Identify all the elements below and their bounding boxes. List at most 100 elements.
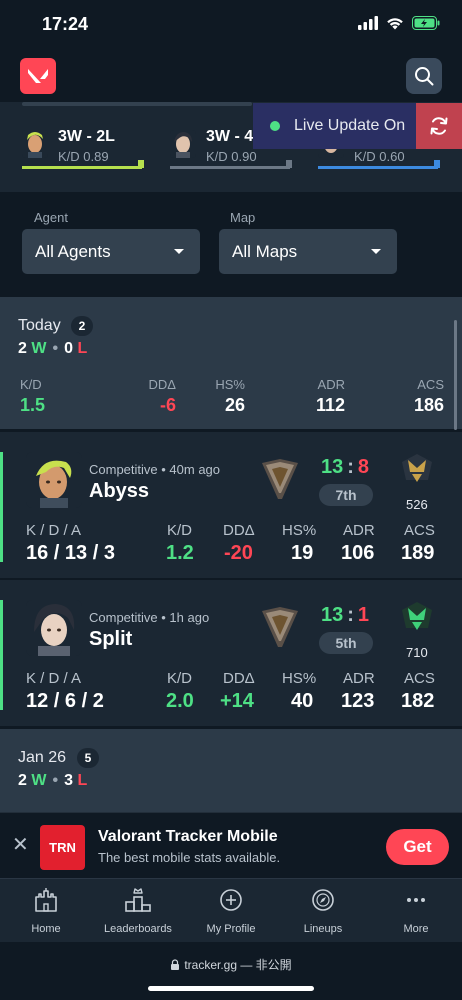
match-adr: 106 [341,542,375,564]
search-button[interactable] [406,58,442,94]
day-match-count: 5 [77,748,99,768]
plus-circle-icon [220,889,242,911]
match-hs: 40 [291,690,314,712]
match-card[interactable]: Competitive • 40m ago Abyss 13:8 7th 526… [0,432,462,578]
map-filter-dropdown[interactable]: All Maps [219,229,397,274]
signal-icon [358,16,378,30]
promo-title: Valorant Tracker Mobile [98,828,278,845]
live-status-dot [270,121,280,131]
match-ddelta: +14 [220,690,254,712]
match-acs: 189 [401,542,435,564]
live-update-label: Live Update On [294,117,406,134]
wifi-icon [387,18,403,30]
match-kd: 1.2 [166,542,194,564]
recent-agent-record: 3W - 4 [206,128,254,145]
valorant-logo-icon [28,69,48,83]
promo-subtitle: The best mobile stats available. [98,850,281,865]
status-bar: 17:24 [0,0,462,50]
match-map-name: Abyss [89,480,150,502]
day-label: Jan 26 [18,749,67,766]
valorant-logo[interactable] [20,58,56,94]
more-dots-icon [407,898,425,902]
get-app-button[interactable]: Get [386,829,449,865]
app-promo-banner: ✕ TRN Valorant Tracker Mobile The best m… [0,812,462,878]
match-kd: 2.0 [166,690,194,712]
recent-agent-item[interactable]: 3W - 2L K/D 0.89 [22,128,148,178]
match-placement-badge: 7th [319,484,373,506]
rr-rank-icon [402,454,432,482]
match-kda: 12 / 6 / 2 [26,690,104,712]
close-icon[interactable]: ✕ [12,835,29,855]
day-stat-hs: HS% 26 [215,377,245,415]
day-win-loss: 2 W • 3 L [18,772,88,789]
tab-my-profile[interactable]: My Profile [185,887,277,935]
match-rr-value: 710 [406,645,428,660]
lock-icon [171,959,180,970]
match-ddelta: -20 [224,542,253,564]
search-icon [415,67,434,86]
day-label: Today [18,317,61,334]
day-summary-jan26: Jan 26 5 2 W • 3 L [0,729,462,819]
agent-portrait [26,452,82,508]
day-match-count: 2 [71,316,93,336]
bottom-tab-bar: Home Leaderboards My Profile Lineups Mor… [0,878,462,942]
agent-portrait [26,600,82,656]
chevron-down-icon [371,249,381,254]
app-bar [0,50,462,102]
clock: 17:24 [42,14,89,34]
refresh-icon [430,117,448,135]
agent-avatar [22,130,48,158]
filters-section: Agent All Agents Map All Maps [0,192,462,296]
match-rr-value: 526 [406,497,428,512]
rank-icon [262,459,298,499]
match-card[interactable]: Competitive • 1h ago Split 13:1 5th 710 … [0,580,462,726]
day-stat-acs: ACS 186 [413,377,444,415]
match-acs: 182 [401,690,435,712]
battery-icon [412,16,440,30]
day-stat-dd: DDΔ -6 [148,377,176,415]
agent-avatar [170,130,196,158]
refresh-button[interactable] [416,103,462,149]
match-adr: 123 [341,690,375,712]
day-stat-kd: K/D 1.5 [20,377,46,415]
match-mode-time: Competitive • 1h ago [89,610,210,625]
match-score: 13:8 [321,456,370,478]
map-filter-value: All Maps [232,241,298,261]
recent-agent-kd: K/D 0.60 [354,149,405,164]
agent-filter-label: Agent [34,210,68,225]
castle-icon [35,888,57,912]
agent-filter-dropdown[interactable]: All Agents [22,229,200,274]
scrollbar-thumb[interactable] [454,320,457,430]
match-map-name: Split [89,628,133,650]
match-score: 13:1 [321,604,370,626]
browser-url-bar: tracker.gg — 非公開 [0,942,462,1000]
match-kda: 16 / 13 / 3 [26,542,115,564]
match-placement-badge: 5th [319,632,373,654]
home-indicator[interactable] [148,986,314,991]
trn-logo: TRN [40,825,85,870]
day-stat-adr: ADR 112 [315,377,345,415]
tab-leaderboards[interactable]: Leaderboards [92,887,184,935]
live-update-banner[interactable]: Live Update On [253,103,462,149]
win-indicator [0,600,3,710]
recent-agent-kd: K/D 0.89 [58,149,109,164]
day-win-loss: 2 W • 0 L [18,340,88,357]
tab-home[interactable]: Home [0,887,92,935]
recent-agent-bar [170,160,292,169]
win-indicator [0,452,3,562]
compass-icon [312,889,334,911]
url-display[interactable]: tracker.gg — 非公開 [0,956,462,973]
match-mode-time: Competitive • 40m ago [89,462,221,477]
agent-filter-value: All Agents [35,241,111,261]
recent-agent-bar [22,160,144,169]
recent-agent-kd: K/D 0.90 [206,149,257,164]
map-filter-label: Map [230,210,256,225]
rank-icon [262,607,298,647]
recent-agent-record: 3W - 2L [58,128,115,145]
recent-agent-bar [318,160,440,169]
tab-lineups[interactable]: Lineups [277,887,369,935]
match-hs: 19 [291,542,314,564]
chevron-down-icon [174,249,184,254]
tab-more[interactable]: More [370,887,462,935]
day-summary-today: Today 2 2 W • 0 L K/D 1.5 DDΔ -6 HS% 26 AD… [0,297,462,429]
